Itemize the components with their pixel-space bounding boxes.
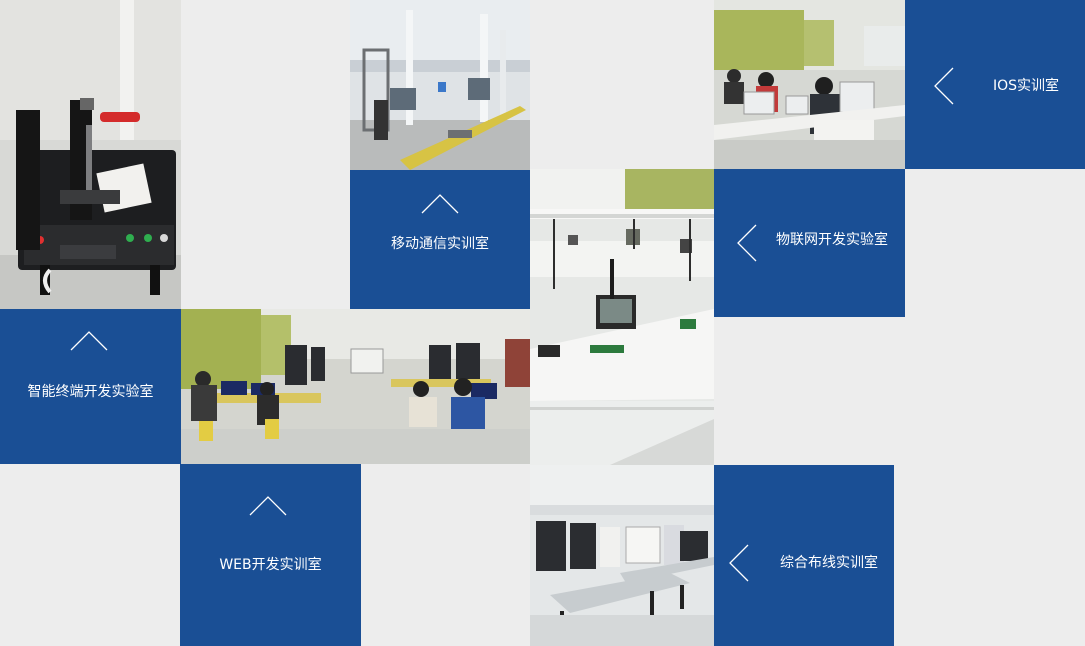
mobile-comm-lab-photo xyxy=(350,0,530,170)
chevron-left-icon xyxy=(729,544,749,582)
lab-title: 智能终端开发实验室 xyxy=(27,384,154,400)
lab-tile-wiring[interactable]: 综合布线实训室 xyxy=(714,465,894,646)
lab-tile-smart-terminal[interactable]: 智能终端开发实验室 xyxy=(0,309,181,464)
lab-tile-iot[interactable]: 物联网开发实验室 xyxy=(714,169,905,317)
lab-title: IOS实训室 xyxy=(992,78,1060,94)
chevron-up-icon xyxy=(70,331,108,351)
chevron-up-icon xyxy=(421,194,459,214)
chevron-up-icon xyxy=(249,496,287,516)
lab-tile-web[interactable]: WEB开发实训室 xyxy=(180,464,361,646)
iot-lab-photo xyxy=(530,169,714,465)
web-lab-photo xyxy=(181,309,530,464)
lab-tile-ios[interactable]: IOS实训室 xyxy=(905,0,1085,169)
lab-tile-mobile-comm[interactable]: 移动通信实训室 xyxy=(350,170,530,309)
ios-lab-photo xyxy=(714,0,905,169)
wiring-lab-photo xyxy=(530,465,714,646)
chevron-left-icon xyxy=(934,67,954,105)
lab-title: 物联网开发实验室 xyxy=(776,232,888,248)
lab-title: 综合布线实训室 xyxy=(780,555,878,571)
lab-title: WEB开发实训室 xyxy=(219,557,322,573)
lab-title: 移动通信实训室 xyxy=(391,236,489,252)
smart-terminal-lab-photo xyxy=(0,0,181,309)
chevron-left-icon xyxy=(737,224,757,262)
